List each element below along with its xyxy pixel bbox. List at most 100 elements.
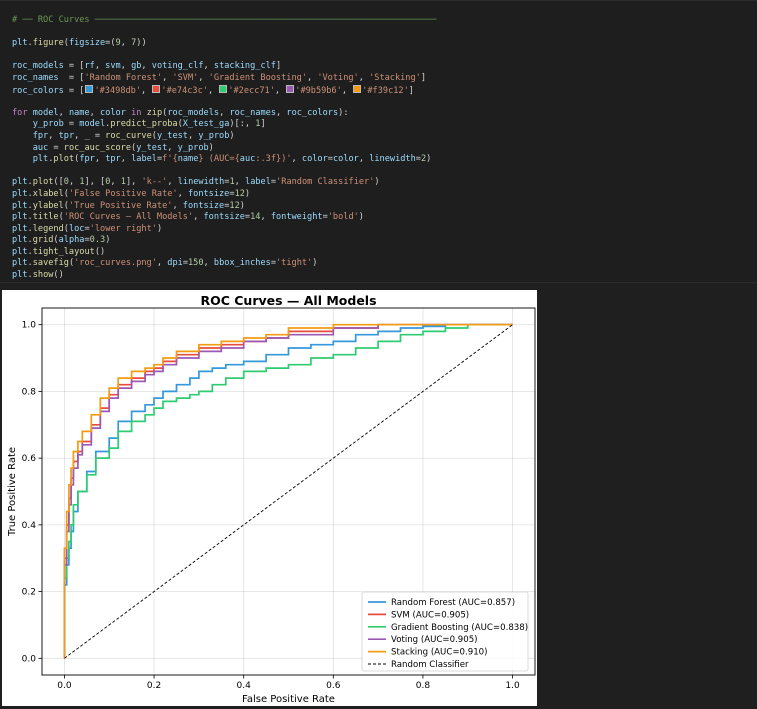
code-token: )[:, [229,119,256,130]
code-token: roc_colors [286,107,339,118]
code-token: 'lower right' [89,223,157,234]
y-axis-label: True Positive Rate [7,447,18,537]
code-token: fontweight [270,212,323,223]
y-tick-label: 0.0 [22,654,37,664]
code-token: fontsize [187,188,230,199]
code-token: f'{ [162,154,178,165]
code-editor[interactable]: # ── ROC Curves ────────────────────────… [12,15,436,282]
code-cell[interactable]: # ── ROC Curves ────────────────────────… [0,0,757,283]
code-token: savefig [32,258,69,269]
code-token: roc_names [12,72,59,83]
code-token: :.3f})' [255,154,292,165]
code-line: y_prob = model.predict_proba(X_test_ga)[… [12,119,436,131]
code-token: name [177,154,199,165]
code-token: linewidth [177,177,225,188]
code-line: plt.grid(alpha=0.3) [12,235,436,247]
code-token: title [32,212,59,223]
code-token: , [156,258,168,269]
code-token: gb [131,61,142,72]
code-token: , [141,61,152,72]
code-token: = [ [58,72,85,83]
y-tick-label: 0.6 [22,454,37,464]
code-token: , [193,212,204,223]
code-token: auc [32,142,49,153]
code-token: fpr [79,154,95,165]
code-token: 12 [234,188,245,199]
code-token: grid [32,235,54,246]
code-token: '#9b59b6' [295,85,342,96]
code-token: 'tight' [276,258,313,269]
code-token: loc [68,223,85,234]
code-token: y_test [156,130,188,141]
code-line: # ── ROC Curves ────────────────────────… [12,15,436,27]
y-tick-label: 1.0 [22,321,37,331]
code-token: plt [32,154,49,165]
code-token: roc_models [167,107,220,118]
y-tick-label: 0.2 [22,588,36,598]
code-token: } (AUC={ [198,154,240,165]
code-token: 'roc_curves.png' [74,258,157,269]
code-line: roc_models = [rf, svm, gb, voting_clf, s… [12,61,436,73]
code-token: ] [275,61,282,72]
code-token: 'bold' [327,212,359,223]
code-line: plt.ylabel('True Positive Rate', fontsiz… [12,201,436,213]
code-token: , [358,72,370,83]
code-token: plt [12,38,28,49]
color-swatch [219,84,228,93]
x-axis-label: False Positive Rate [242,694,335,705]
code-token: roc_auc_score [63,142,132,153]
legend-label: Random Forest (AUC=0.857) [391,598,515,608]
code-token: , [306,72,318,83]
code-token: y_prob [177,142,209,153]
code-line: auc = roc_auc_score(y_test, y_prob) [12,143,436,155]
legend-label: Stacking (AUC=0.910) [391,648,488,658]
code-token: roc_curve [105,130,152,141]
chart-title: ROC Curves — All Models [200,293,376,308]
code-token: plt [12,177,28,188]
code-token: 14 [250,212,261,223]
code-line: plt.figure(figsize=(9, 7)) [12,38,436,50]
code-token: ) [105,235,111,246]
code-token: ], [125,177,142,188]
code-token: xlabel [32,188,64,199]
x-tick-label: 0.6 [326,681,341,691]
color-swatch [85,84,94,93]
color-swatch [353,84,362,93]
code-token: ) [374,177,380,188]
code-token: plt [12,235,28,246]
legend-label: SVM (AUC=0.905) [391,610,469,620]
code-token: , [177,188,188,199]
code-token: , [234,177,246,188]
code-token: color [332,154,359,165]
code-token: , [68,177,80,188]
code-token: ) [239,200,245,211]
code-token: X_test_ga [182,119,230,130]
code-token: ) [208,142,214,153]
code-token: , [110,177,121,188]
code-token: model [32,107,59,118]
code-token: label [245,177,271,188]
code-line: plt.plot(fpr, tpr, label=f'{name} (AUC={… [12,154,436,166]
code-token: 0.3 [89,235,106,246]
code-token: voting_clf [151,61,204,72]
code-token: , [141,85,152,96]
code-token: 'Random Classifier' [276,177,375,188]
code-token: auc [239,154,256,165]
code-token: 'True Positive Rate' [68,200,173,211]
code-token: '#3498db' [94,85,142,96]
code-token: , [120,154,132,165]
code-token: 'Gradient Boosting' [208,72,307,83]
code-token: predict_proba [110,119,178,130]
code-token: tight_layout [32,246,95,257]
code-token: stacking_clf [213,61,276,72]
code-token: , [167,142,178,153]
output-area: ROC Curves — All Models 0.0 0.2 0.4 0.6 0.8 1.… [2,290,537,706]
code-token: plt [12,200,28,211]
code-token: , [203,258,214,269]
code-line: plt.plot([0, 1], [0, 1], 'k--', linewidt… [12,177,436,189]
